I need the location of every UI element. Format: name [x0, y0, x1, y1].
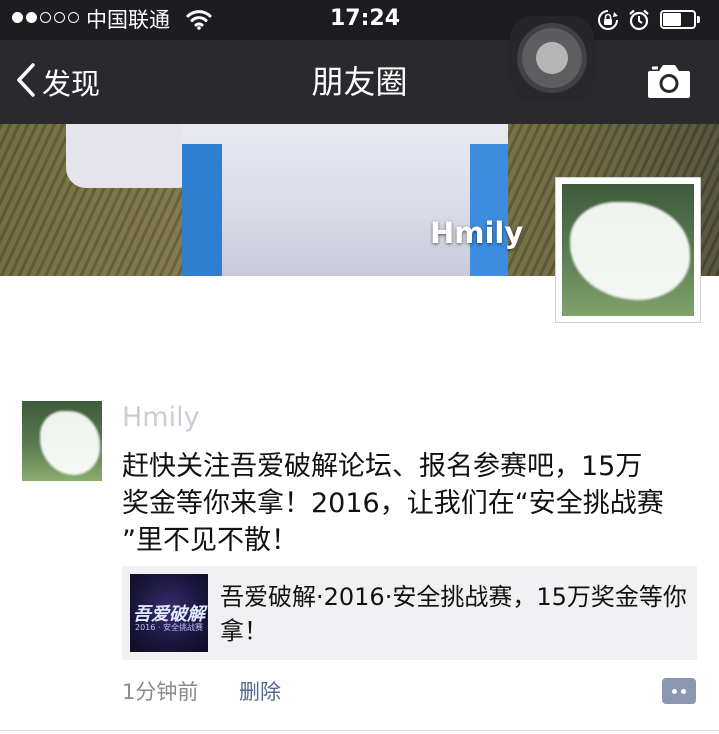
post-timestamp: 1分钟前 [122, 680, 199, 704]
link-thumbnail: 吾爱破解 2016 · 安全挑战赛 [130, 574, 208, 652]
delete-button[interactable]: 删除 [239, 676, 281, 706]
status-time: 17:24 [330, 6, 401, 31]
orientation-lock-icon [596, 9, 620, 35]
post-author-name[interactable]: Hmily [122, 402, 200, 433]
link-title: 吾爱破解·2016·安全挑战赛，15万奖金等你拿！ [220, 583, 687, 645]
profile-avatar[interactable] [555, 177, 701, 323]
carrier-name: 中国联通 [86, 8, 170, 32]
cover-username: Hmily [430, 216, 524, 250]
comment-button[interactable] [662, 678, 696, 704]
page-title: 朋友圈 [311, 63, 408, 101]
signal-strength-icon [12, 12, 79, 23]
post-author-avatar[interactable] [22, 401, 102, 481]
assistive-touch-button[interactable] [510, 16, 594, 100]
post-text: 赶快关注吾爱破解论坛、报名参赛吧，15万 奖金等你来拿！2016，让我们在“安全… [122, 451, 664, 556]
camera-icon [646, 65, 692, 104]
moments-screen: 中国联通 17:24 发现 朋友圈 Hmily Hmily 赶快关注吾爱破解论坛… [0, 0, 719, 734]
divider [0, 730, 719, 731]
shared-link-card[interactable]: 吾爱破解 2016 · 安全挑战赛 吾爱破解·2016·安全挑战赛，15万奖金等… [122, 566, 697, 660]
battery-icon [660, 10, 702, 29]
thumbnail-subtitle: 2016 · 安全挑战赛 [135, 623, 203, 632]
camera-button[interactable] [646, 62, 692, 104]
alarm-icon [628, 9, 650, 35]
status-bar: 中国联通 17:24 [0, 0, 719, 40]
navigation-bar: 发现 朋友圈 [0, 40, 719, 124]
wifi-icon [186, 8, 212, 34]
